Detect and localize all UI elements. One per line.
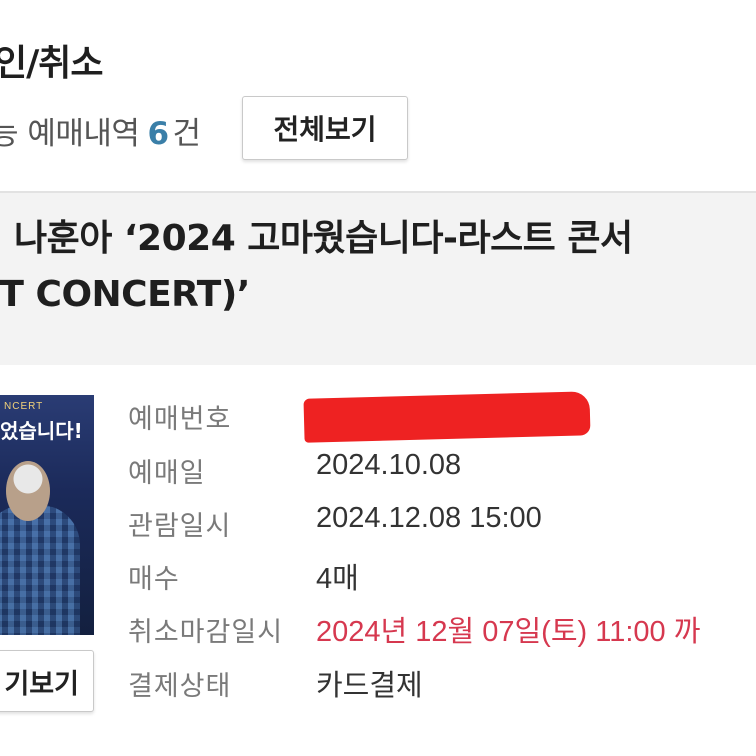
- poster-concert-text: NCERT: [4, 401, 44, 412]
- detail-label: 취소마감일시: [128, 617, 284, 648]
- poster-figure: [0, 505, 80, 635]
- detail-row-booking-date: 예매일 2024.10.08: [128, 443, 756, 497]
- concert-title-line1: ] 나훈아 ‘2024 고마웠습니다-라스트 콘서: [0, 218, 633, 259]
- summary-count: 6: [147, 116, 169, 152]
- concert-card: ] 나훈아 ‘2024 고마웠습니다-라스트 콘서 ST CONCERT)’ N…: [0, 193, 756, 756]
- booking-summary: 능 예매내역 6 건: [0, 108, 201, 153]
- detail-row-show-datetime: 관람일시 2024.12.08 15:00: [128, 496, 756, 550]
- view-all-button[interactable]: 전체보기: [242, 96, 408, 160]
- detail-value: 2024.12.08 15:00: [316, 502, 542, 534]
- poster-image[interactable]: NCERT 었습니다!: [0, 395, 94, 635]
- booking-detail-box: NCERT 었습니다! 기보기 예매번호 예매일 2024.10.08 관람일시…: [0, 365, 756, 756]
- detail-value: 2024년 12월 07일(토) 11:00 까: [316, 616, 701, 648]
- detail-row-booking-number: 예매번호: [128, 389, 756, 443]
- poster-view-button[interactable]: 기보기: [0, 650, 94, 712]
- detail-label: 관람일시: [128, 511, 232, 542]
- concert-title[interactable]: ] 나훈아 ‘2024 고마웠습니다-라스트 콘서 ST CONCERT)’: [0, 211, 756, 323]
- detail-row-ticket-count: 매수 4매: [128, 549, 756, 603]
- summary-suffix: 건: [172, 116, 202, 152]
- poster-title-text: 었습니다!: [0, 419, 83, 443]
- detail-row-cancel-deadline: 취소마감일시 2024년 12월 07일(토) 11:00 까: [128, 602, 756, 656]
- detail-row-payment-status: 결제상태 카드결제: [128, 656, 756, 710]
- detail-label: 결제상태: [128, 671, 232, 702]
- concert-title-line2: ST CONCERT)’: [0, 274, 250, 315]
- detail-label: 예매번호: [128, 404, 232, 435]
- detail-value: 4매: [316, 563, 359, 595]
- poster-head: [6, 461, 50, 521]
- page-title: 인/취소: [0, 43, 104, 84]
- detail-value: 2024.10.08: [316, 449, 462, 481]
- summary-label: 능 예매내역: [0, 116, 140, 152]
- detail-label: 예매일: [128, 458, 206, 489]
- redaction-mark: [303, 391, 591, 443]
- detail-value: 카드결제: [316, 670, 423, 702]
- detail-label: 매수: [128, 564, 180, 595]
